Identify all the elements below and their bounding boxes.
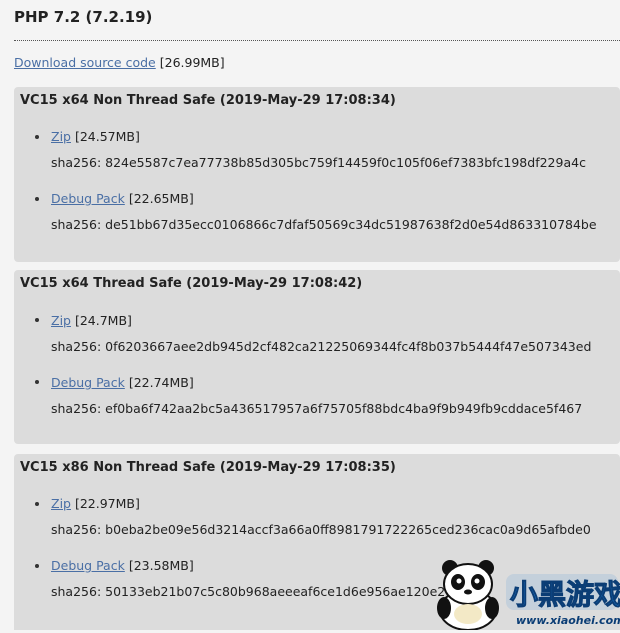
- bullet-icon: [35, 135, 39, 139]
- debug-pack-sha256: sha256: 50133eb21b07c5c80b968aeeeaf6ce1d…: [51, 584, 468, 599]
- zip-size: [22.97MB]: [74, 496, 140, 511]
- build-card: VC15 x64 Thread Safe (2019-May-29 17:08:…: [14, 270, 620, 444]
- zip-download-line: Zip [22.97MB]: [51, 496, 140, 511]
- site-watermark-logo: 小黑游戏 www.xiaohei.com: [428, 558, 620, 631]
- build-card: VC15 x64 Non Thread Safe (2019-May-29 17…: [14, 87, 620, 262]
- source-download-line: Download source code [26.99MB]: [14, 55, 225, 70]
- zip-download-line: Zip [24.7MB]: [51, 313, 132, 328]
- build-title: VC15 x64 Thread Safe (2019-May-29 17:08:…: [20, 276, 363, 291]
- debug-pack-link[interactable]: Debug Pack: [51, 375, 125, 390]
- panda-logo-icon: 小黑游戏 www.xiaohei.com: [437, 560, 620, 631]
- zip-link[interactable]: Zip: [51, 313, 71, 328]
- bullet-icon: [35, 197, 39, 201]
- debug-download-line: Debug Pack [22.65MB]: [51, 191, 194, 206]
- build-title: VC15 x86 Non Thread Safe (2019-May-29 17…: [20, 460, 396, 475]
- zip-size: [24.7MB]: [74, 313, 132, 328]
- debug-pack-link[interactable]: Debug Pack: [51, 558, 125, 573]
- debug-download-line: Debug Pack [22.74MB]: [51, 375, 194, 390]
- svg-text:小黑游戏: 小黑游戏: [510, 578, 620, 611]
- debug-pack-sha256: sha256: ef0ba6f742aa2bc5a436517957a6f757…: [51, 401, 583, 416]
- page-title: PHP 7.2 (7.2.19): [14, 8, 153, 26]
- title-divider: [14, 40, 620, 41]
- bullet-icon: [35, 380, 39, 384]
- download-source-link[interactable]: Download source code: [14, 55, 156, 70]
- svg-text:www.xiaohei.com: www.xiaohei.com: [516, 614, 620, 627]
- zip-sha256: sha256: b0eba2be09e56d3214accf3a66a0ff89…: [51, 522, 591, 537]
- debug-pack-size: [23.58MB]: [128, 558, 194, 573]
- zip-sha256: sha256: 0f6203667aee2db945d2cf482ca21225…: [51, 339, 592, 354]
- debug-download-line: Debug Pack [23.58MB]: [51, 558, 194, 573]
- debug-pack-size: [22.74MB]: [128, 375, 194, 390]
- build-title: VC15 x64 Non Thread Safe (2019-May-29 17…: [20, 93, 396, 108]
- debug-pack-link[interactable]: Debug Pack: [51, 191, 125, 206]
- bullet-icon: [35, 564, 39, 568]
- zip-link[interactable]: Zip: [51, 129, 71, 144]
- bullet-icon: [35, 502, 39, 506]
- bullet-icon: [35, 318, 39, 322]
- zip-size: [24.57MB]: [74, 129, 140, 144]
- zip-link[interactable]: Zip: [51, 496, 71, 511]
- zip-download-line: Zip [24.57MB]: [51, 129, 140, 144]
- zip-sha256: sha256: 824e5587c7ea77738b85d305bc759f14…: [51, 155, 586, 170]
- debug-pack-size: [22.65MB]: [128, 191, 194, 206]
- source-size: [26.99MB]: [159, 55, 225, 70]
- debug-pack-sha256: sha256: de51bb67d35ecc0106866c7dfaf50569…: [51, 217, 597, 232]
